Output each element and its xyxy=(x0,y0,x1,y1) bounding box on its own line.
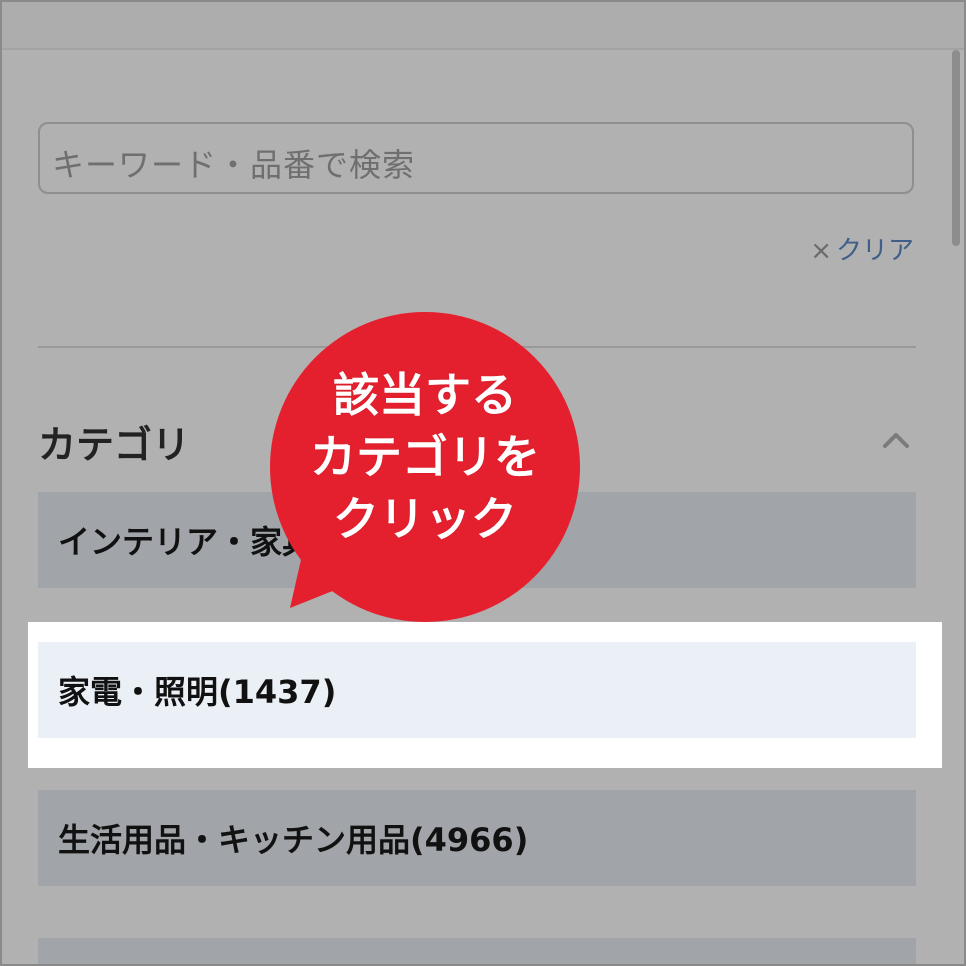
category-item-more[interactable] xyxy=(38,938,916,964)
callout-line: カテゴリを xyxy=(310,430,540,484)
header-strip xyxy=(2,2,964,50)
close-icon: × xyxy=(810,236,832,266)
callout-line: クリック xyxy=(333,492,517,546)
category-item-label: 生活用品・キッチン用品(4966) xyxy=(58,821,529,859)
search-placeholder: キーワード・品番で検索 xyxy=(52,146,416,184)
chevron-up-icon[interactable] xyxy=(882,426,910,454)
category-item-household[interactable]: 生活用品・キッチン用品(4966) xyxy=(38,790,916,886)
screen-frame: キーワード・品番で検索 × クリア カテゴリ インテリア・家具(8304) 家電・… xyxy=(0,0,966,966)
clear-button[interactable]: × クリア xyxy=(810,230,914,267)
category-heading: カテゴリ xyxy=(38,423,191,467)
scrollbar-thumb[interactable] xyxy=(952,50,960,246)
category-item-appliances[interactable]: 家電・照明(1437) xyxy=(38,642,916,738)
search-input[interactable]: キーワード・品番で検索 xyxy=(38,122,914,194)
callout-line: 該当する xyxy=(333,368,517,422)
callout-text: 該当する カテゴリを クリック xyxy=(260,364,590,550)
clear-label: クリア xyxy=(835,236,914,266)
category-item-label: 家電・照明(1437) xyxy=(58,673,337,711)
